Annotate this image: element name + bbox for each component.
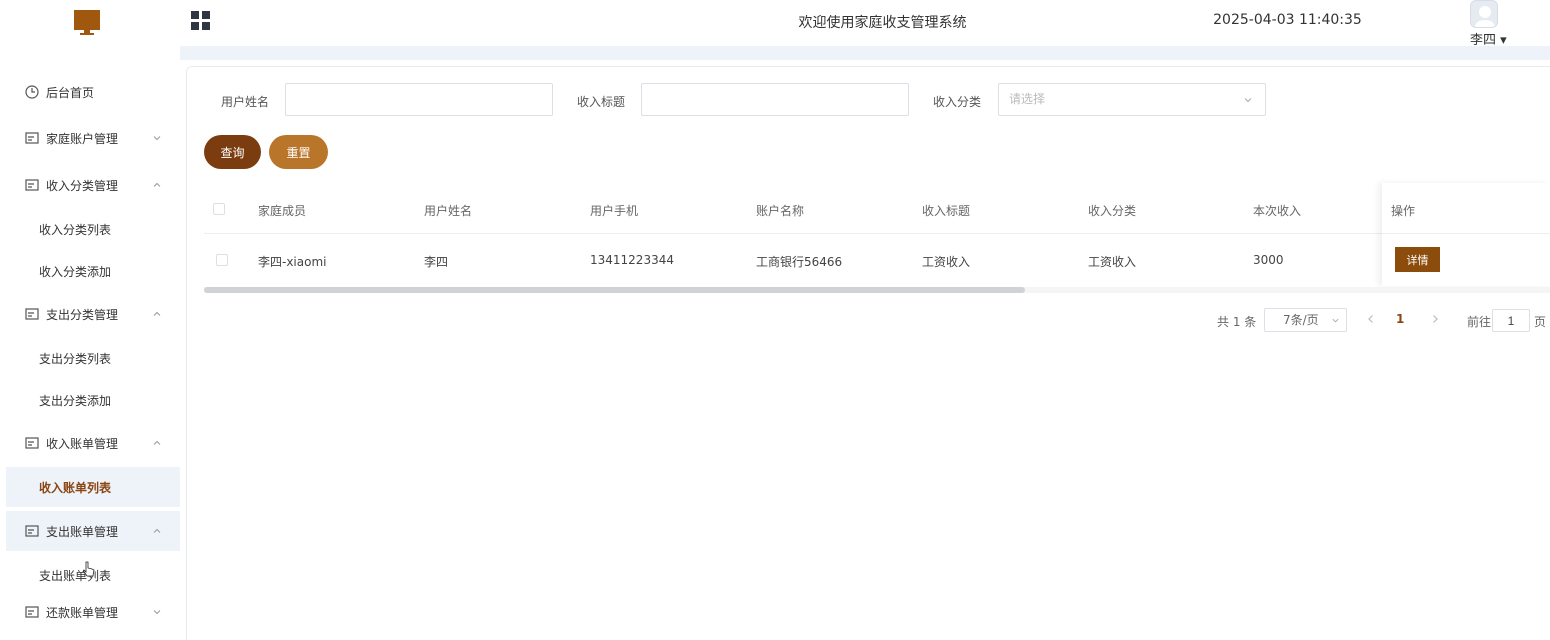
sidebar-subitem-label: 收入账单列表	[39, 480, 112, 495]
sidebar-item-repayment-bills[interactable]: 还款账单管理	[0, 592, 180, 632]
page-suffix-label: 页	[1534, 315, 1547, 329]
sidebar-item-label: 收入账单管理	[46, 436, 119, 451]
query-button[interactable]: 查询	[204, 135, 261, 169]
income-category-placeholder: 请选择	[1009, 92, 1046, 106]
sidebar-item-label: 还款账单管理	[46, 605, 119, 620]
top-bar: 欢迎使用家庭收支管理系统 2025-04-03 11:40:35 李四 ▾	[0, 0, 1550, 48]
clock-icon	[25, 85, 39, 99]
income-title-filter-label: 收入标题	[577, 95, 626, 109]
content-background-strip	[180, 46, 1550, 60]
chevron-up-icon	[153, 440, 161, 445]
pagination-total: 共 1 条	[1217, 315, 1257, 329]
sidebar-item-label: 支出账单管理	[46, 524, 119, 539]
avatar[interactable]	[1470, 0, 1498, 28]
sidebar-subitem-label: 支出账单列表	[39, 568, 112, 583]
scrollbar-thumb[interactable]	[204, 287, 1025, 293]
sidebar-subitem-label: 支出分类列表	[39, 351, 112, 366]
chevron-down-icon	[153, 610, 161, 615]
sidebar-subitem-label: 支出分类添加	[39, 393, 112, 408]
page-size-value: 7条/页	[1283, 313, 1319, 327]
cell-account: 工商银行56466	[756, 255, 843, 269]
sidebar-item-expense-categories[interactable]: 支出分类管理	[0, 294, 180, 334]
column-header-account: 账户名称	[756, 204, 805, 218]
sidebar-item-label: 支出分类管理	[46, 307, 119, 322]
card-icon	[25, 132, 39, 144]
sidebar-item-income-bills[interactable]: 收入账单管理	[0, 423, 180, 463]
sidebar-item-expense-bills[interactable]: 支出账单管理	[6, 511, 180, 551]
cell-income-category: 工资收入	[1088, 255, 1137, 269]
chevron-up-icon	[153, 182, 161, 187]
sidebar-subitem-income-category-list[interactable]: 收入分类列表	[0, 209, 180, 249]
sidebar-subitem-expense-category-add[interactable]: 支出分类添加	[0, 380, 180, 420]
page-number-current[interactable]: 1	[1396, 312, 1404, 326]
sidebar-subitem-expense-category-list[interactable]: 支出分类列表	[0, 338, 180, 378]
cell-member: 李四-xiaomi	[258, 255, 327, 269]
card-icon	[25, 179, 39, 191]
sidebar-item-income-categories[interactable]: 收入分类管理	[0, 165, 180, 205]
sidebar-subitem-income-category-add[interactable]: 收入分类添加	[0, 251, 180, 291]
sidebar-item-dashboard[interactable]: 后台首页	[0, 72, 180, 112]
chevron-down-icon	[153, 136, 161, 141]
column-header-phone: 用户手机	[590, 204, 639, 218]
goto-label: 前往	[1467, 315, 1492, 329]
page-size-select[interactable]: 7条/页	[1264, 308, 1347, 332]
card-icon	[25, 437, 39, 449]
sidebar-item-label: 后台首页	[46, 85, 95, 100]
card-icon	[25, 308, 39, 320]
goto-page-input[interactable]	[1492, 309, 1530, 332]
column-header-user-name: 用户姓名	[424, 204, 473, 218]
income-category-select[interactable]: 请选择	[998, 83, 1266, 116]
monitor-logo-icon[interactable]	[74, 8, 100, 36]
column-header-income-title: 收入标题	[922, 204, 971, 218]
user-name-filter-input[interactable]	[285, 83, 553, 116]
column-header-amount: 本次收入	[1253, 204, 1302, 218]
next-page-icon[interactable]	[1429, 313, 1441, 325]
column-header-action: 操作	[1391, 204, 1416, 218]
card-icon	[25, 606, 39, 618]
sidebar-subitem-income-bill-list[interactable]: 收入账单列表	[6, 467, 180, 507]
app-title: 欢迎使用家庭收支管理系统	[798, 15, 967, 31]
main-content-panel	[186, 66, 1550, 640]
column-header-income-category: 收入分类	[1088, 204, 1137, 218]
grid-icon[interactable]	[191, 11, 210, 30]
income-title-filter-input[interactable]	[641, 83, 909, 116]
sidebar-subitem-label: 收入分类列表	[39, 222, 112, 237]
chevron-down-icon	[1244, 98, 1252, 103]
table-horizontal-scrollbar[interactable]	[204, 287, 1550, 293]
card-icon	[25, 525, 39, 537]
sidebar-item-family-accounts[interactable]: 家庭账户管理	[0, 118, 180, 158]
action-header-divider	[1382, 233, 1550, 234]
chevron-up-icon	[153, 528, 161, 533]
user-name-filter-label: 用户姓名	[221, 95, 270, 109]
sidebar-item-label: 收入分类管理	[46, 178, 119, 193]
cell-phone: 13411223344	[590, 253, 674, 267]
row-checkbox[interactable]	[216, 254, 228, 266]
cell-amount: 3000	[1253, 253, 1284, 267]
user-avatar-icon	[1475, 6, 1495, 27]
datetime-display: 2025-04-03 11:40:35	[1213, 12, 1362, 28]
sidebar-subitem-label: 收入分类添加	[39, 264, 112, 279]
chevron-down-icon	[1332, 318, 1339, 323]
reset-button[interactable]: 重置	[269, 135, 328, 169]
cell-income-title: 工资收入	[922, 255, 971, 269]
hand-cursor-icon	[83, 561, 95, 577]
income-category-filter-label: 收入分类	[933, 95, 982, 109]
select-all-checkbox[interactable]	[213, 203, 225, 215]
prev-page-icon[interactable]	[1365, 313, 1377, 325]
detail-button[interactable]: 详情	[1395, 247, 1440, 272]
chevron-up-icon	[153, 311, 161, 316]
cell-user-name: 李四	[424, 255, 449, 269]
table-header-divider	[204, 233, 1550, 234]
sidebar-item-label: 家庭账户管理	[46, 131, 119, 146]
column-header-member: 家庭成员	[258, 204, 307, 218]
